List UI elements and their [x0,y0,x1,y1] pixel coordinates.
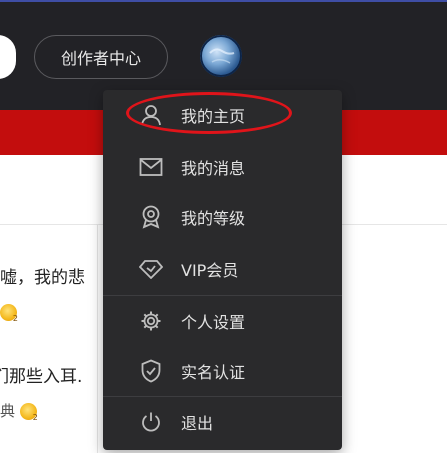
power-icon [139,410,163,434]
menu-label: VIP会员 [181,261,239,280]
post-text-2[interactable]: 们那些入耳. [0,362,82,387]
medal-icon [19,403,38,422]
menu-label: 个人设置 [181,313,246,332]
post-text-1[interactable]: 嘘，我的悲 [0,263,85,288]
badge-row-1 [0,303,18,323]
search-input[interactable] [0,35,16,79]
menu-item-vip[interactable]: VIP会员 [103,244,342,294]
avatar-image [200,35,242,77]
menu-label: 我的消息 [181,159,246,178]
menu-item-settings[interactable]: 个人设置 [103,296,342,346]
menu-item-verify[interactable]: 实名认证 [103,346,342,396]
menu-item-messages[interactable]: 我的消息 [103,142,342,192]
shield-check-icon [139,359,163,383]
menu-label: 实名认证 [181,363,246,382]
menu-label: 我的主页 [181,107,246,126]
user-dropdown-menu: 我的主页 我的消息 我的等级 VIP会员 个人设置 实名认证 退出 [103,90,342,450]
screen: 创作者中心 嘘，我的悲 们那些入耳. 典 我的主页 [0,0,447,453]
menu-item-logout[interactable]: 退出 [103,397,342,447]
badge-icon [139,205,163,229]
badge-row-text: 典 [0,402,16,420]
content-column-border [97,225,98,453]
gear-icon [139,309,163,333]
menu-label: 退出 [181,414,214,433]
menu-item-home[interactable]: 我的主页 [103,90,342,140]
badge-row-2: 典 [0,400,38,422]
user-icon [139,103,163,127]
creator-center-button[interactable]: 创作者中心 [34,35,168,79]
diamond-icon [139,257,163,281]
avatar[interactable] [200,35,242,77]
medal-icon [0,304,18,323]
menu-item-level[interactable]: 我的等级 [103,192,342,242]
mail-icon [139,155,163,179]
menu-label: 我的等级 [181,209,246,228]
